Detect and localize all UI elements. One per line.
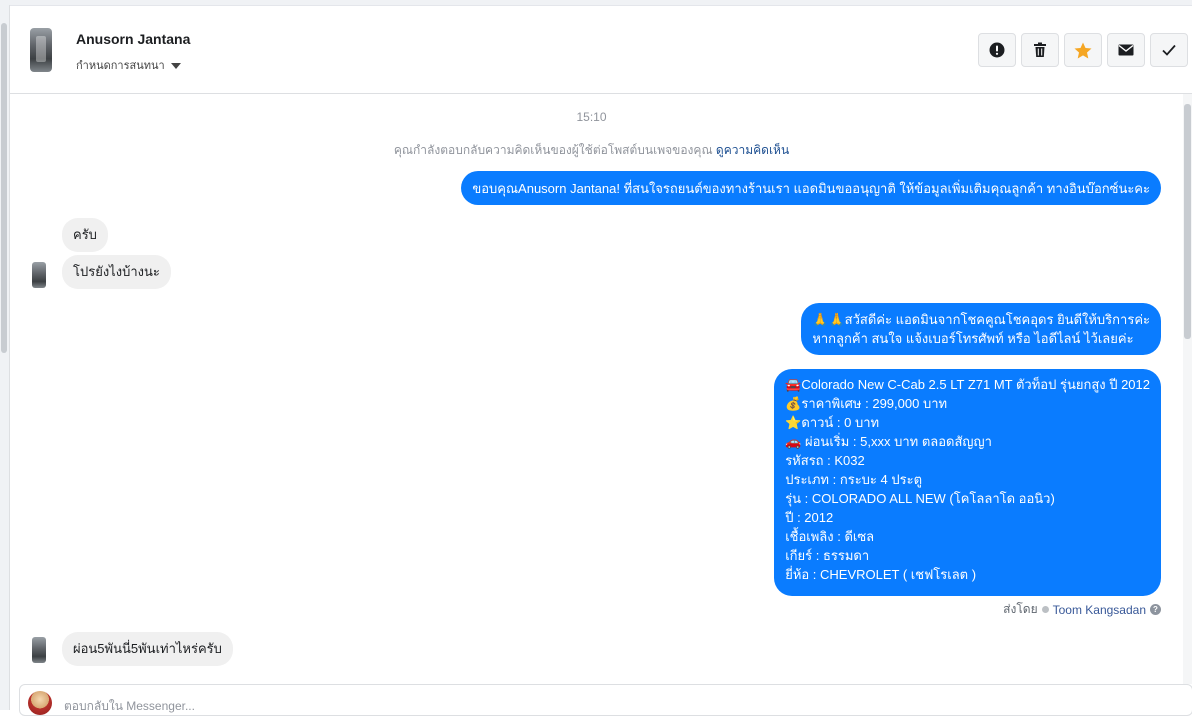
mark-unread-button[interactable] xyxy=(1107,33,1145,67)
delete-button[interactable] xyxy=(1021,33,1059,67)
header-actions xyxy=(978,33,1188,67)
message-bubble-incoming[interactable]: โปรยังไงบ้างนะ xyxy=(62,255,171,289)
conversation-header: Anusorn Jantana กำหนดการสนทนา xyxy=(10,6,1192,94)
sender-avatar[interactable] xyxy=(32,637,46,663)
message-text: ครับ xyxy=(73,227,97,242)
spam-icon xyxy=(989,42,1005,58)
message-text-line: ยี่ห้อ : CHEVROLET ( เชฟโรเลต ) xyxy=(785,567,977,582)
message-text-line: เชื้อเพลิง : ดีเซล xyxy=(785,529,875,544)
contact-name[interactable]: Anusorn Jantana xyxy=(76,31,190,47)
mail-icon xyxy=(1118,44,1134,56)
message-text-line: หากลูกค้า สนใจ แจ้งเบอร์โทรศัพท์ หรือ ไอ… xyxy=(812,331,1134,346)
help-icon[interactable]: ? xyxy=(1150,604,1161,615)
sender-status-icon xyxy=(1041,606,1049,613)
message-timestamp: 15:10 xyxy=(576,110,607,124)
message-text-line: รุ่น : COLORADO ALL NEW (โคโลลาโด ออนิว) xyxy=(785,491,1055,506)
star-icon xyxy=(1074,42,1092,58)
caret-down-icon xyxy=(170,62,181,69)
comment-reply-notice: คุณกำลังตอบกลับความคิดเห็นของผู้ใช้ต่อโพ… xyxy=(0,141,1183,160)
message-bubble-incoming[interactable]: ผ่อน5พันนี่5พันเท่าไหร่ครับ xyxy=(62,632,233,666)
contact-avatar[interactable] xyxy=(30,28,52,72)
message-bubble-outgoing[interactable]: 🚘Colorado New C-Cab 2.5 LT Z71 MT ตัวท็อ… xyxy=(774,369,1161,596)
star-button[interactable] xyxy=(1064,33,1102,67)
message-text-line: 🚗 ผ่อนเริ่ม : 5,xxx บาท ตลอดสัญญา xyxy=(785,434,992,449)
message-text: ผ่อน5พันนี่5พันเท่าไหร่ครับ xyxy=(73,641,222,656)
message-text-line: 🚘Colorado New C-Cab 2.5 LT Z71 MT ตัวท็อ… xyxy=(785,377,1150,392)
page-avatar xyxy=(28,691,52,715)
message-text-line: ประเภท : กระบะ 4 ประตู xyxy=(785,472,923,487)
message-text: ขอบคุณAnusorn Jantana! ที่สนใจรถยนต์ของท… xyxy=(472,181,1150,196)
sent-by-name[interactable]: Toom Kangsadan xyxy=(1053,603,1146,617)
message-text: โปรยังไงบ้างนะ xyxy=(73,264,160,279)
check-icon xyxy=(1162,44,1176,56)
message-text-line: 💰ราคาพิเศษ : 299,000 บาท xyxy=(785,396,948,411)
notice-text: คุณกำลังตอบกลับความคิดเห็นของผู้ใช้ต่อโพ… xyxy=(393,143,713,157)
message-bubble-outgoing[interactable]: ขอบคุณAnusorn Jantana! ที่สนใจรถยนต์ของท… xyxy=(461,171,1161,205)
mark-spam-button[interactable] xyxy=(978,33,1016,67)
reply-composer[interactable]: ตอบกลับใน Messenger... xyxy=(19,684,1192,716)
thread-scrollbar[interactable] xyxy=(1183,94,1192,684)
reply-input-placeholder[interactable]: ตอบกลับใน Messenger... xyxy=(64,697,195,716)
message-text-line: ปี : 2012 xyxy=(785,510,834,525)
trash-icon xyxy=(1034,42,1046,57)
mark-done-button[interactable] xyxy=(1150,33,1188,67)
message-bubble-incoming[interactable]: ครับ xyxy=(62,218,108,252)
sender-avatar[interactable] xyxy=(32,262,46,288)
message-text-line: เกียร์ : ธรรมดา xyxy=(785,548,870,563)
sent-by-label: ส่งโดย xyxy=(1003,602,1038,616)
left-scrollbar-thumb[interactable] xyxy=(1,23,7,353)
sent-by-info: ส่งโดย Toom Kangsadan ? xyxy=(1003,600,1161,619)
thread-scrollbar-thumb[interactable] xyxy=(1184,104,1191,339)
message-text-line: 🙏🙏สวัสดีค่ะ แอดมินจากโชคคูณโชคอุดร ยินดี… xyxy=(812,312,1150,327)
message-text-line: ⭐ดาวน์ : 0 บาท xyxy=(785,415,880,430)
message-bubble-outgoing[interactable]: 🙏🙏สวัสดีค่ะ แอดมินจากโชคคูณโชคอุดร ยินดี… xyxy=(801,303,1161,355)
assign-label: กำหนดการสนทนา xyxy=(76,60,165,72)
assign-conversation-dropdown[interactable]: กำหนดการสนทนา xyxy=(76,56,181,74)
view-comment-link[interactable]: ดูความคิดเห็น xyxy=(716,143,789,157)
message-text-line: รหัสรถ : K032 xyxy=(785,453,865,468)
